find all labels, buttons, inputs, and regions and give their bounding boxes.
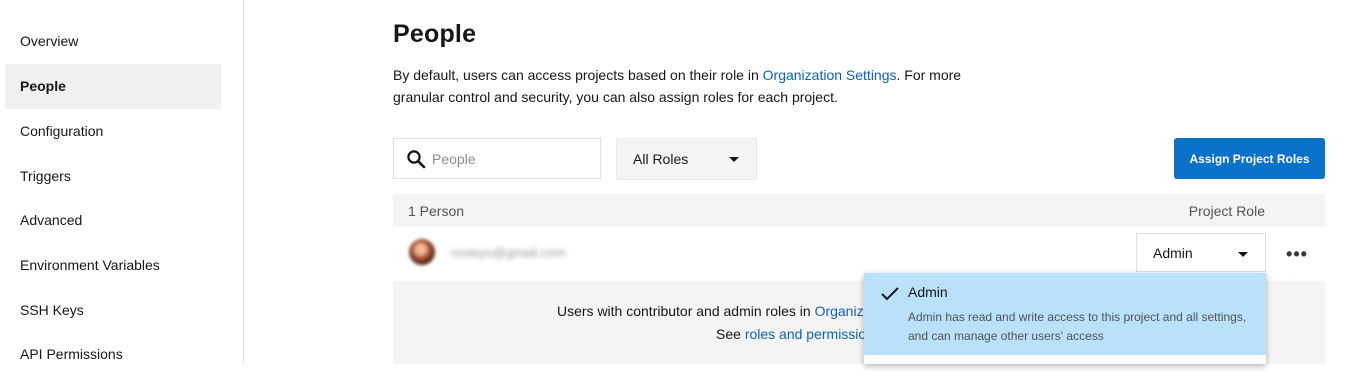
user-email: rosieyo@gmail.com: [451, 245, 566, 260]
project-role-dropdown[interactable]: Admin: [1136, 233, 1266, 272]
role-option-admin[interactable]: Admin Admin has read and write access to…: [864, 273, 1266, 355]
search-box: [393, 138, 601, 179]
project-role-value: Admin: [1153, 245, 1193, 261]
sidebar-item-triggers[interactable]: Triggers: [5, 154, 221, 199]
project-role-column-header: Project Role: [1188, 203, 1265, 219]
info-line-2: See roles and permissions: [716, 326, 881, 342]
role-option-title: Admin: [908, 284, 948, 300]
roles-filter-value: All Roles: [633, 151, 689, 167]
roles-and-permissions-link[interactable]: roles and permissions: [745, 326, 881, 342]
page-description: By default, users can access projects ba…: [393, 64, 968, 108]
sidebar-item-ssh-keys[interactable]: SSH Keys: [5, 288, 221, 333]
checkmark-icon: [881, 287, 899, 301]
roles-filter-dropdown[interactable]: All Roles: [616, 138, 757, 180]
search-icon: [407, 150, 426, 169]
info-text: Users with contributor and admin roles i…: [557, 303, 815, 319]
avatar: [409, 239, 435, 265]
role-dropdown-menu: Admin Admin has read and write access to…: [864, 273, 1266, 364]
assign-project-roles-button[interactable]: Assign Project Roles: [1174, 138, 1325, 179]
organization-settings-link[interactable]: Organization Settings: [763, 67, 897, 83]
caret-down-icon: [1238, 252, 1248, 257]
more-options-icon[interactable]: •••: [1286, 239, 1308, 269]
info-text: See: [716, 326, 745, 342]
person-count: 1 Person: [408, 203, 465, 219]
table-header: 1 Person Project Role: [393, 194, 1325, 227]
caret-down-icon: [729, 157, 739, 162]
sidebar-item-api-permissions[interactable]: API Permissions: [5, 332, 221, 377]
sidebar-item-environment-variables[interactable]: Environment Variables: [5, 243, 221, 288]
search-input[interactable]: [428, 139, 601, 178]
sidebar-item-advanced[interactable]: Advanced: [5, 198, 221, 243]
sidebar-item-people[interactable]: People: [5, 64, 221, 109]
page-title: People: [393, 20, 477, 48]
sidebar: Overview People Configuration Triggers A…: [0, 0, 244, 364]
sidebar-item-overview[interactable]: Overview: [5, 19, 221, 64]
sidebar-item-configuration[interactable]: Configuration: [5, 109, 221, 154]
intro-text: By default, users can access projects ba…: [393, 67, 763, 83]
role-option-description: Admin has read and write access to this …: [908, 310, 1247, 343]
